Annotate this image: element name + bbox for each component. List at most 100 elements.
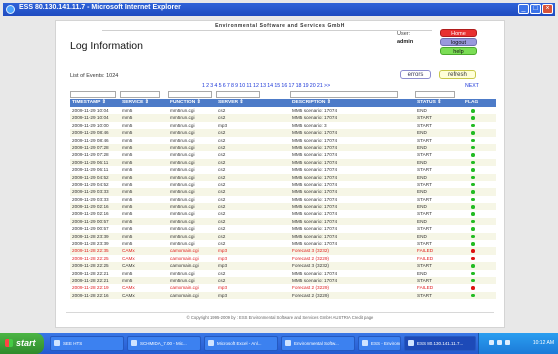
table-row[interactable]: 2009-11-29 02:16 mm5 mm5run.cgi cs2 MM5 scen… xyxy=(70,203,496,211)
table-cell: camxmain.cgi xyxy=(170,285,199,291)
page-link[interactable]: 8 xyxy=(231,83,234,89)
page-link[interactable]: 6 xyxy=(223,83,226,89)
logout-button[interactable]: logout xyxy=(440,38,477,46)
table-row[interactable]: 2009-11-29 02:16 mm5 mm5run.cgi cs2 MM5 scen… xyxy=(70,210,496,217)
table-row[interactable]: 2009-11-29 04:52 mm5 mm5run.cgi cs2 MM5 scen… xyxy=(70,181,496,188)
table-row[interactable]: 2009-11-28 22:21 mm5 mm5run.cgi cs2 MM5 scen… xyxy=(70,276,496,285)
table-row[interactable]: 2009-11-28 22:25 CAMx camxmain.cgi mp3 Forec… xyxy=(70,255,496,262)
window-titlebar[interactable]: ESS 80.130.141.11.7 - Microsoft Internet… xyxy=(3,3,555,16)
home-button[interactable]: Home xyxy=(440,29,477,37)
page-link[interactable]: 12 xyxy=(253,83,259,89)
table-cell: mm5 xyxy=(122,144,133,150)
table-cell: START xyxy=(417,292,432,298)
page-link[interactable]: 17 xyxy=(289,83,295,89)
taskbar-task[interactable]: Environmental Softw... xyxy=(281,336,355,351)
maximize-icon[interactable]: □ xyxy=(530,4,541,14)
page-link[interactable]: 20 xyxy=(310,83,316,89)
table-cell: mp3 xyxy=(218,285,228,291)
page-link[interactable]: 2 xyxy=(206,83,209,89)
table-row[interactable]: 2009-11-29 00:57 mm5 mm5run.cgi cs2 MM5 scen… xyxy=(70,217,496,226)
tray-volume-icon[interactable] xyxy=(497,340,502,345)
description-filter-input[interactable] xyxy=(290,91,398,98)
minimize-icon[interactable]: _ xyxy=(518,4,529,14)
table-row[interactable]: 2009-11-28 22:21 mm5 mm5run.cgi cs2 MM5 scen… xyxy=(70,270,496,277)
page-link[interactable]: 16 xyxy=(281,83,287,89)
service-filter-input[interactable] xyxy=(120,91,160,98)
table-cell: FAILED xyxy=(417,248,434,254)
table-cell: 2009-11-29 00:57 xyxy=(72,226,109,232)
table-row[interactable]: 2009-11-29 03:33 mm5 mm5run.cgi cs2 MM5 scen… xyxy=(70,196,496,203)
tray-security-icon[interactable] xyxy=(505,340,510,345)
table-row[interactable]: 2009-11-29 06:11 mm5 mm5run.cgi cs2 MM5 scen… xyxy=(70,166,496,173)
table-cell: START xyxy=(417,167,432,173)
table-row[interactable]: 2009-11-28 22:16 CAMx camxmain.cgi mp3 Forec… xyxy=(70,291,496,300)
page-link[interactable]: 13 xyxy=(260,83,266,89)
page-link[interactable]: 9 xyxy=(235,83,238,89)
table-row[interactable]: 2009-11-29 06:11 mm5 mm5run.cgi cs2 MM5 scen… xyxy=(70,158,496,167)
next-link[interactable]: NEXT xyxy=(465,83,479,89)
page-link[interactable]: 1 xyxy=(202,83,205,89)
column-header[interactable]: DESCRIPTION ⇕ xyxy=(292,99,331,107)
table-row[interactable]: 2009-11-28 23:39 mm5 mm5run.cgi cs2 MM5 scen… xyxy=(70,240,496,247)
tray-network-icon[interactable] xyxy=(489,340,494,345)
table-row[interactable]: 2009-11-29 00:57 mm5 mm5run.cgi cs2 MM5 scen… xyxy=(70,225,496,232)
taskbar-task[interactable]: ESS 80.130.141.11.7... xyxy=(404,336,476,351)
page-link[interactable]: 7 xyxy=(227,83,230,89)
page-link[interactable]: 19 xyxy=(303,83,309,89)
page-link[interactable]: >> xyxy=(324,83,330,89)
column-header[interactable]: SERVER ⇕ xyxy=(218,99,243,107)
table-row[interactable]: 2009-11-29 07:28 mm5 mm5run.cgi cs2 MM5 scen… xyxy=(70,143,496,152)
help-button[interactable]: help xyxy=(440,47,477,55)
taskbar-task[interactable]: ESS - Environmental ... xyxy=(358,336,401,351)
status-filter-input[interactable] xyxy=(415,91,455,98)
table-row[interactable]: 2009-11-29 03:33 mm5 mm5run.cgi cs2 MM5 scen… xyxy=(70,188,496,196)
taskbar-task[interactable]: SEE HTS xyxy=(50,336,124,351)
flag-fail-icon xyxy=(471,286,475,290)
function-filter-input[interactable] xyxy=(168,91,212,98)
timestamp-filter-input[interactable] xyxy=(70,91,116,98)
taskbar-task[interactable]: SCHMIDA_7.00 - Mic... xyxy=(127,336,201,351)
footer-divider xyxy=(66,312,494,313)
close-icon[interactable]: × xyxy=(542,4,553,14)
column-header[interactable]: TIMESTAMP ⇕ xyxy=(72,99,106,107)
table-row[interactable]: 2009-11-28 22:25 CAMx camxmain.cgi mp3 Forec… xyxy=(70,262,496,270)
table-cell: Forecast 3 (3232) xyxy=(292,248,329,254)
refresh-button[interactable]: refresh xyxy=(439,70,476,79)
table-row[interactable]: 2009-11-29 07:28 mm5 mm5run.cgi cs2 MM5 scen… xyxy=(70,151,496,158)
table-cell: cs2 xyxy=(218,108,226,113)
table-row[interactable]: 2009-11-29 04:52 mm5 mm5run.cgi cs2 MM5 scen… xyxy=(70,173,496,181)
table-row[interactable]: 2009-11-28 23:39 mm5 mm5run.cgi cs2 MM5 scen… xyxy=(70,232,496,241)
column-header[interactable]: FLAG xyxy=(465,99,478,107)
page-link[interactable]: 21 xyxy=(317,83,323,89)
taskbar-task[interactable]: Microsoft Excel - Anl... xyxy=(204,336,278,351)
table-row[interactable]: 2009-11-29 08:46 mm5 mm5run.cgi cs2 MM5 scen… xyxy=(70,137,496,144)
table-cell: mm5 xyxy=(122,211,133,217)
table-cell: mp3 xyxy=(218,263,228,269)
page-link[interactable]: 4 xyxy=(214,83,217,89)
page-link[interactable]: 18 xyxy=(296,83,302,89)
errors-button[interactable]: errors xyxy=(400,70,431,79)
flag-fail-icon xyxy=(471,249,475,253)
table-cell: 2009-11-28 22:25 xyxy=(72,255,109,261)
column-header[interactable]: FUNCTION ⇕ xyxy=(170,99,201,107)
table-row[interactable]: 2009-11-29 10:04 mm5 mm5run.cgi cs2 MM5 scen… xyxy=(70,114,496,122)
page-link[interactable]: 15 xyxy=(274,83,280,89)
table-row[interactable]: 2009-11-29 08:46 mm5 mm5run.cgi cs2 MM5 scen… xyxy=(70,129,496,137)
page-link[interactable]: 5 xyxy=(219,83,222,89)
clock: 10:12 AM xyxy=(532,340,554,346)
table-row[interactable]: 2009-11-28 22:19 CAMx camxmain.cgi mp3 Forec… xyxy=(70,284,496,291)
table-row[interactable]: 2009-11-28 22:35 CAMx camxmain.cgi mp3 Forec… xyxy=(70,247,496,255)
table-cell: mm5 xyxy=(122,115,133,121)
column-header[interactable]: SERVICE ⇕ xyxy=(122,99,149,107)
start-button[interactable]: start xyxy=(0,333,44,354)
page-link[interactable]: 14 xyxy=(267,83,273,89)
table-row[interactable]: 2009-11-29 10:00 mm5 mm5run.cgi mp3 MM5 scen… xyxy=(70,122,496,129)
server-filter-input[interactable] xyxy=(216,91,260,98)
page-link[interactable]: 3 xyxy=(210,83,213,89)
table-cell: mm5run.cgi xyxy=(170,277,195,283)
page-link[interactable]: 10 xyxy=(239,83,245,89)
table-row[interactable]: 2009-11-29 10:04 mm5 mm5run.cgi cs2 MM5 scen… xyxy=(70,107,496,114)
flag-ok-icon xyxy=(471,109,475,113)
page-link[interactable]: 11 xyxy=(246,83,252,89)
column-header[interactable]: STATUS ⇕ xyxy=(417,99,441,107)
